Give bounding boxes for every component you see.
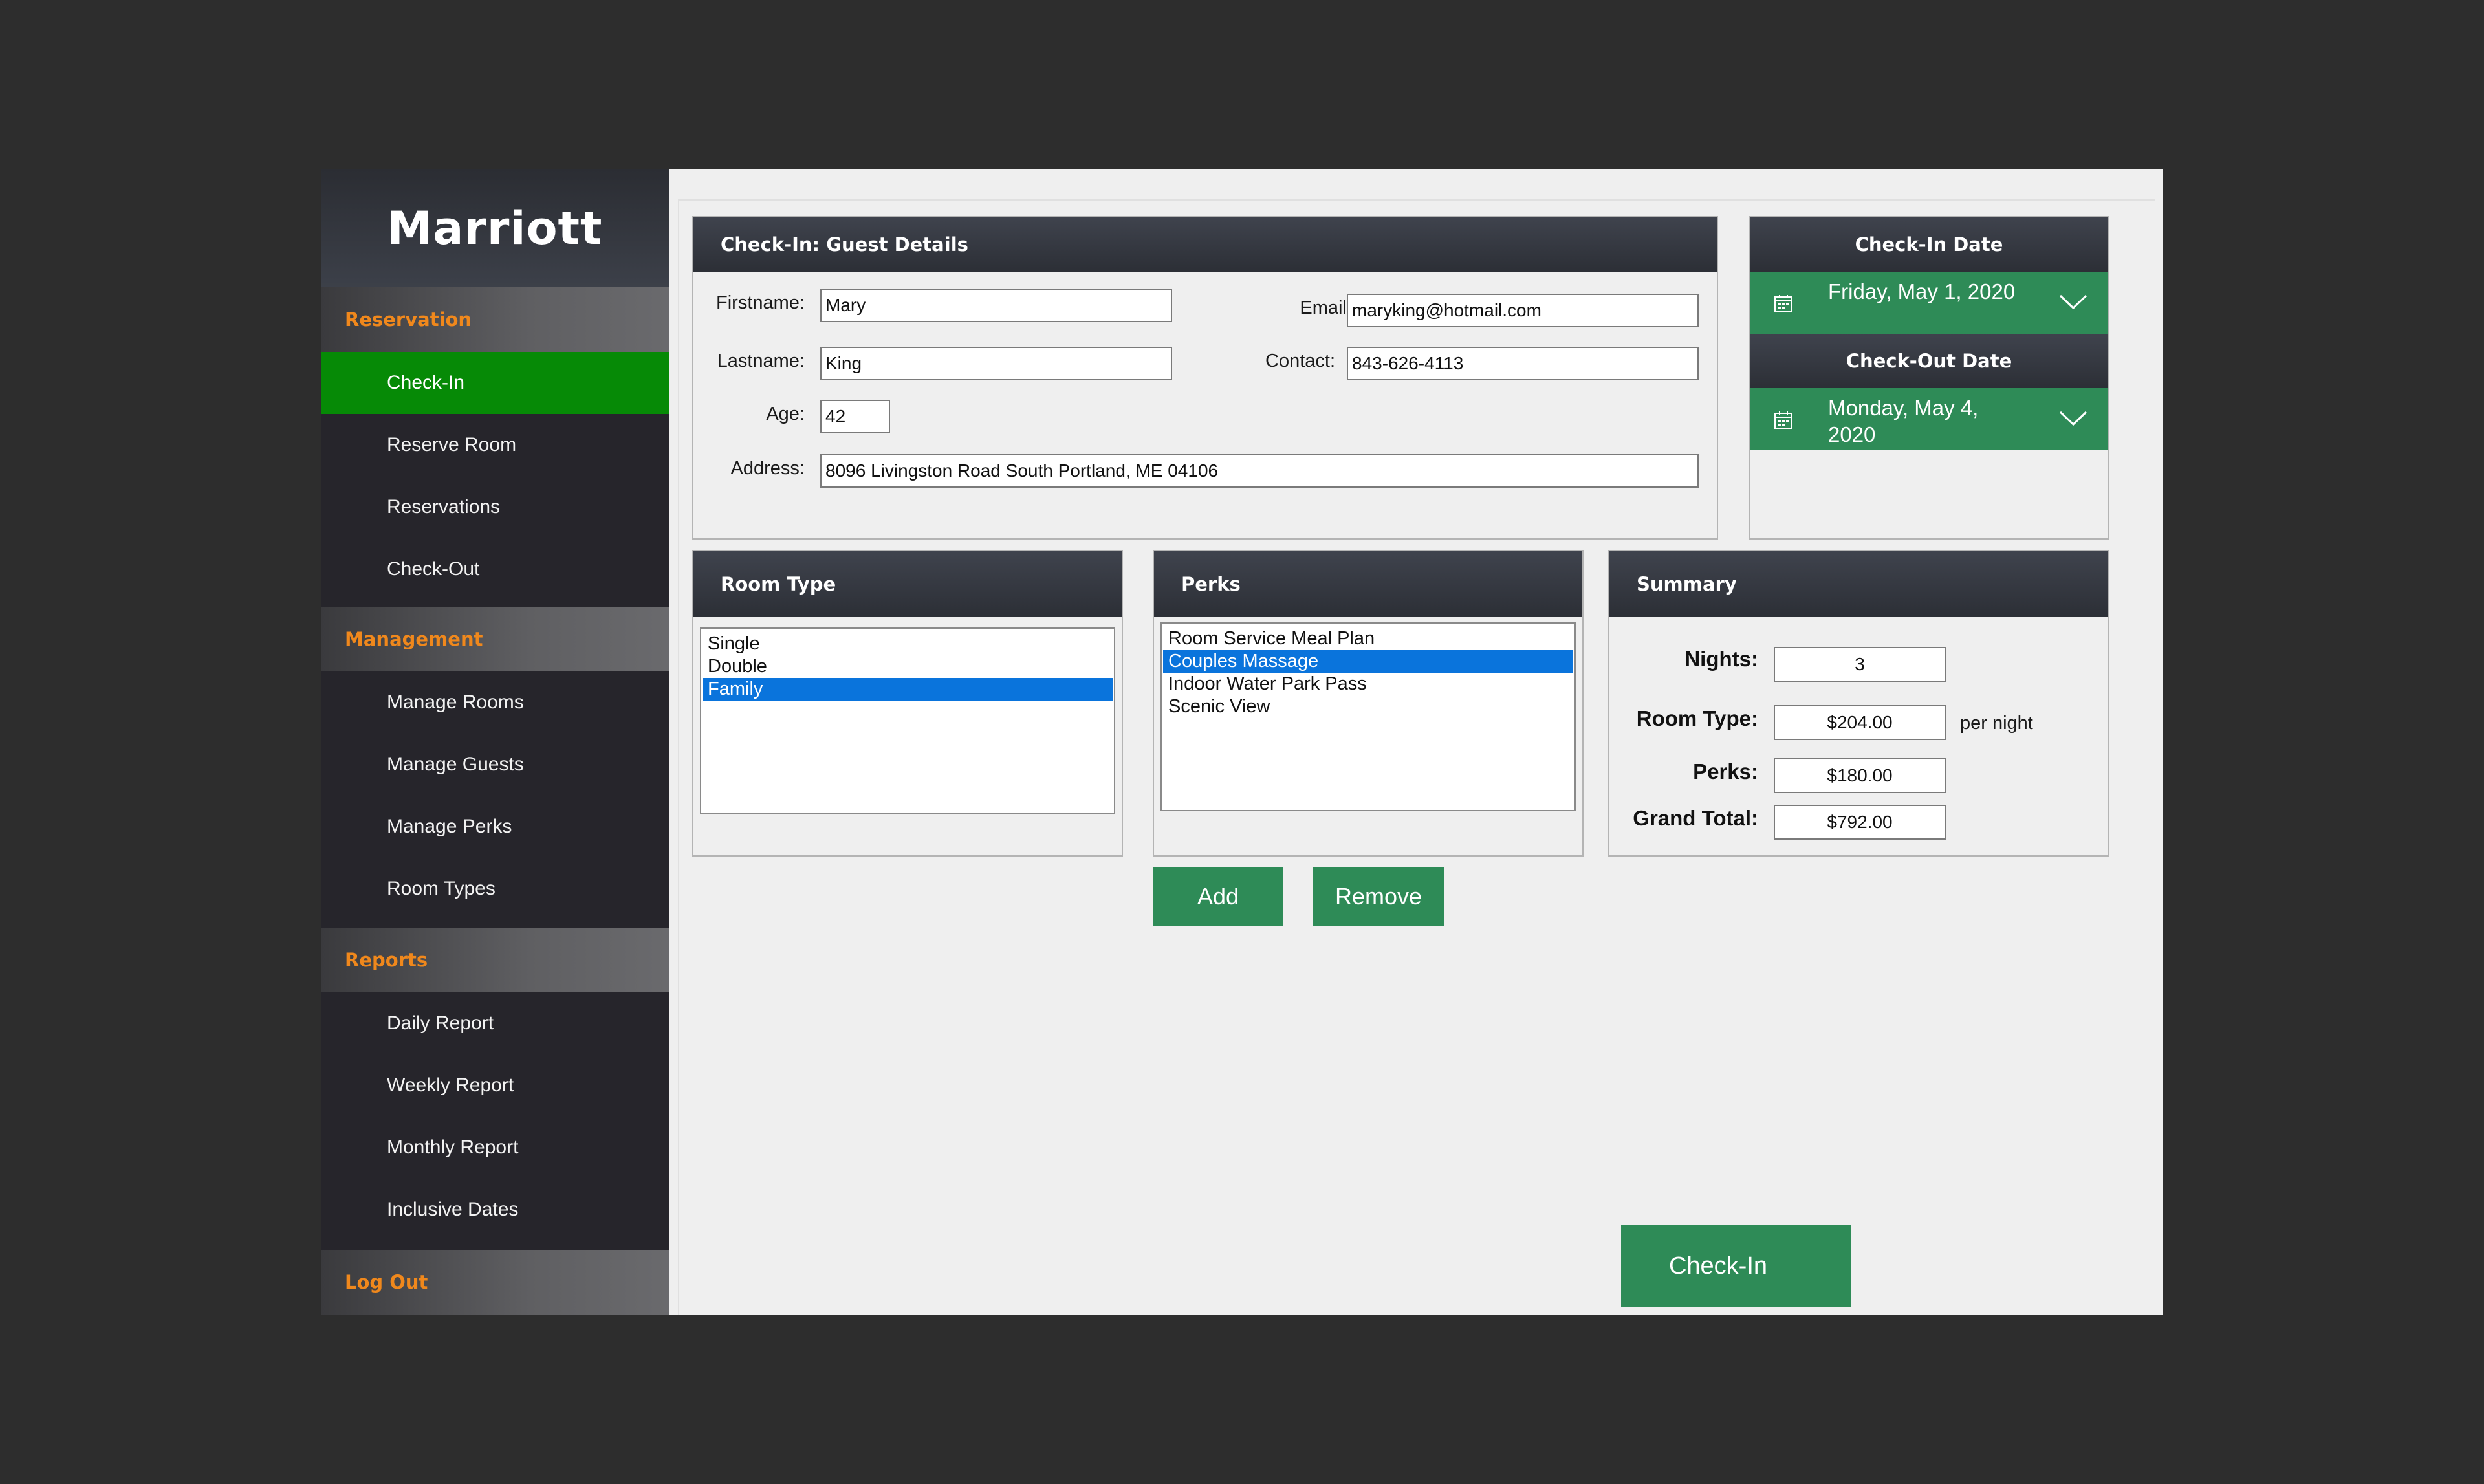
grand-total-label: Grand Total: [1633, 806, 1758, 830]
list-item[interactable]: Indoor Water Park Pass [1163, 673, 1573, 695]
summary-header: Summary [1609, 551, 2108, 617]
sidebar-item-weekly-report[interactable]: Weekly Report [321, 1054, 669, 1117]
sidebar-item-check-out[interactable]: Check-Out [321, 538, 669, 600]
brand-logo: Marriott [321, 169, 669, 287]
guest-details-header: Check-In: Guest Details [693, 217, 1717, 272]
calendar-icon [1774, 295, 1792, 312]
list-item[interactable]: Family [703, 678, 1113, 701]
check-in-button[interactable]: Check-In [1621, 1225, 1815, 1307]
firstname-label: Firstname: [716, 292, 805, 313]
list-item[interactable]: Scenic View [1163, 695, 1573, 718]
section-management: Management [321, 607, 669, 671]
lastname-label: Lastname: [717, 351, 805, 371]
section-reservation: Reservation [321, 287, 669, 352]
lastname-field[interactable]: King [820, 347, 1172, 380]
sidebar-item-label: Reserve Room [387, 434, 517, 455]
checkout-date-header: Check-Out Date [1750, 334, 2108, 388]
sidebar-item-label: Monthly Report [387, 1137, 519, 1158]
age-label: Age: [766, 404, 805, 424]
add-perk-button[interactable]: Add [1153, 867, 1283, 926]
checkout-date-picker[interactable]: Monday, May 4, 2020 [1750, 388, 2108, 450]
checkin-date-header: Check-In Date [1750, 217, 2108, 272]
per-night-label: per night [1960, 713, 2033, 734]
perks-header: Perks [1154, 551, 1582, 617]
dates-panel: Check-In Date Friday, May 1, 2020 Check-… [1749, 216, 2109, 540]
contact-label: Contact: [1265, 351, 1335, 371]
checkin-date-picker[interactable]: Friday, May 1, 2020 [1750, 272, 2108, 334]
firstname-field[interactable]: Mary [820, 289, 1172, 322]
section-reports: Reports [321, 928, 669, 992]
remove-perk-button[interactable]: Remove [1313, 867, 1444, 926]
divider [678, 199, 2155, 201]
contact-field[interactable]: 843-626-4113 [1347, 347, 1699, 380]
list-item[interactable]: Couples Massage [1163, 650, 1573, 673]
sidebar-item-label: Check-In [387, 372, 465, 393]
grand-total-field: $792.00 [1774, 805, 1946, 840]
sidebar-item-monthly-report[interactable]: Monthly Report [321, 1117, 669, 1179]
sidebar-item-manage-perks[interactable]: Manage Perks [321, 796, 669, 858]
sidebar-item-check-in[interactable]: Check-In [321, 352, 669, 414]
room-type-panel: Room Type Single Double Family [692, 550, 1123, 857]
application-window: Marriott Reservation Check-In Reserve Ro… [321, 169, 2163, 1315]
sidebar-item-label: Room Types [387, 878, 496, 899]
sidebar-item-manage-rooms[interactable]: Manage Rooms [321, 671, 669, 734]
guest-details-panel: Check-In: Guest Details Firstname: Mary … [692, 216, 1718, 540]
sidebar-item-label: Manage Guests [387, 754, 524, 775]
sidebar-item-room-types[interactable]: Room Types [321, 858, 669, 920]
chevron-down-icon[interactable] [2058, 294, 2088, 311]
perks-panel: Perks Room Service Meal Plan Couples Mas… [1153, 550, 1584, 857]
nights-label: Nights: [1684, 647, 1758, 671]
address-field[interactable]: 8096 Livingston Road South Portland, ME … [820, 454, 1699, 488]
sidebar-item-reserve-room[interactable]: Reserve Room [321, 414, 669, 476]
sidebar-item-reservations[interactable]: Reservations [321, 476, 669, 538]
sidebar-item-label: Daily Report [387, 1012, 494, 1034]
perks-list[interactable]: Room Service Meal Plan Couples Massage I… [1160, 622, 1576, 811]
chevron-down-icon[interactable] [2058, 410, 2088, 427]
sidebar-item-label: Weekly Report [387, 1075, 514, 1096]
list-item[interactable]: Room Service Meal Plan [1163, 627, 1573, 650]
checkin-date-value: Friday, May 1, 2020 [1828, 279, 2016, 303]
sidebar-item-manage-guests[interactable]: Manage Guests [321, 734, 669, 796]
main-content: Check-In: Guest Details Firstname: Mary … [669, 169, 2163, 1315]
age-field[interactable]: 42 [820, 400, 890, 433]
sidebar-item-label: Manage Rooms [387, 692, 524, 713]
email-label: Email: [1300, 298, 1352, 318]
divider [678, 199, 679, 1315]
perks-cost-label: Perks: [1693, 759, 1758, 783]
room-type-cost-field: $204.00 [1774, 705, 1946, 740]
sidebar-item-label: Manage Perks [387, 816, 512, 837]
sidebar-item-label: Reservations [387, 496, 501, 518]
list-item[interactable]: Double [703, 655, 1113, 678]
room-type-cost-label: Room Type: [1636, 706, 1758, 730]
sidebar-item-label: Inclusive Dates [387, 1199, 519, 1220]
sidebar-item-label: Check-Out [387, 558, 480, 580]
email-field[interactable]: maryking@hotmail.com [1347, 294, 1699, 327]
perks-cost-field: $180.00 [1774, 758, 1946, 793]
room-type-header: Room Type [693, 551, 1122, 617]
logout-button[interactable]: Log Out [321, 1250, 669, 1315]
calendar-icon [1774, 411, 1792, 429]
sidebar: Marriott Reservation Check-In Reserve Ro… [321, 169, 669, 1315]
summary-panel: Summary Nights: 3 Room Type: $204.00 per… [1608, 550, 2109, 857]
list-item[interactable]: Single [703, 633, 1113, 655]
checkout-date-value: Monday, May 4, 2020 [1828, 396, 1979, 446]
sidebar-item-daily-report[interactable]: Daily Report [321, 992, 669, 1054]
sidebar-item-inclusive-dates[interactable]: Inclusive Dates [321, 1179, 669, 1241]
room-type-list[interactable]: Single Double Family [700, 627, 1115, 814]
nights-field: 3 [1774, 647, 1946, 682]
address-label: Address: [730, 458, 805, 479]
